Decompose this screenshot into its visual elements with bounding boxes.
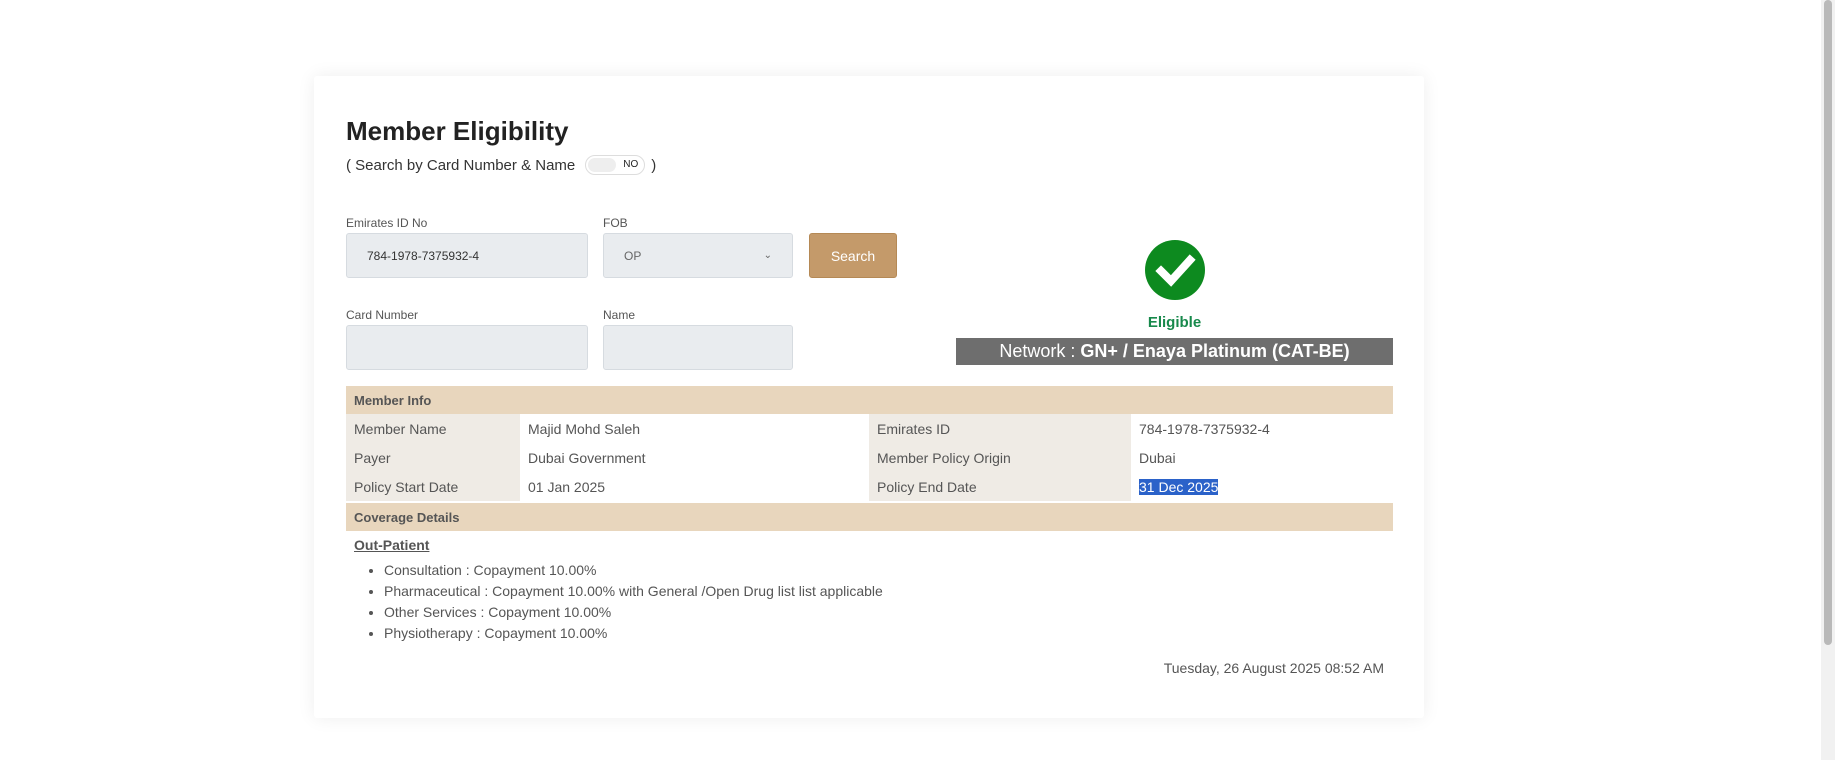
timestamp: Tuesday, 26 August 2025 08:52 AM xyxy=(1163,660,1384,676)
search-mode-row: ( Search by Card Number & Name NO ) xyxy=(346,155,656,175)
card-number-input[interactable] xyxy=(346,325,588,370)
table-row: Member Name Majid Mohd Saleh Emirates ID… xyxy=(346,414,1393,443)
list-item: Pharmaceutical : Copayment 10.00% with G… xyxy=(384,581,883,602)
coverage-header: Coverage Details xyxy=(346,503,1393,531)
member-name-label: Member Name xyxy=(346,414,520,443)
member-name-value: Majid Mohd Saleh xyxy=(520,414,869,443)
emirates-id-label: Emirates ID No xyxy=(346,216,428,230)
policy-origin-value: Dubai xyxy=(1131,443,1393,472)
network-value: GN+ / Enaya Platinum (CAT-BE) xyxy=(1080,341,1350,361)
out-patient-title: Out-Patient xyxy=(354,537,430,553)
vertical-scrollbar[interactable] xyxy=(1821,0,1835,760)
policy-origin-label: Member Policy Origin xyxy=(869,443,1131,472)
policy-end-value: 31 Dec 2025 xyxy=(1139,478,1219,495)
fob-selected-value: OP xyxy=(624,248,642,263)
name-input[interactable] xyxy=(603,325,793,370)
toggle-state-label: NO xyxy=(623,159,639,170)
payer-label: Payer xyxy=(346,443,520,472)
policy-start-value: 01 Jan 2025 xyxy=(520,472,869,501)
member-info-table: Member Name Majid Mohd Saleh Emirates ID… xyxy=(346,414,1393,501)
toggle-knob xyxy=(588,158,617,172)
list-item: Other Services : Copayment 10.00% xyxy=(384,602,883,623)
card-number-label: Card Number xyxy=(346,308,419,322)
chevron-down-icon: ⌄ xyxy=(763,250,772,261)
policy-start-label: Policy Start Date xyxy=(346,472,520,501)
search-mode-label: ( Search by Card Number & Name xyxy=(346,156,576,174)
page-title: Member Eligibility xyxy=(346,116,569,146)
fob-select[interactable]: OP ⌄ xyxy=(603,233,793,278)
payer-value: Dubai Government xyxy=(520,443,869,472)
policy-end-label: Policy End Date xyxy=(869,472,1131,501)
fob-label: FOB xyxy=(603,216,628,230)
search-mode-close-paren: ) xyxy=(651,156,657,174)
eligible-label: Eligible xyxy=(1147,314,1202,331)
list-item: Physiotherapy : Copayment 10.00% xyxy=(384,623,883,644)
emirates-id-info-label: Emirates ID xyxy=(869,414,1131,443)
emirates-id-info-value: 784-1978-7375932-4 xyxy=(1131,414,1393,443)
search-button[interactable]: Search xyxy=(809,233,897,278)
eligibility-card: Member Eligibility ( Search by Card Numb… xyxy=(314,76,1424,718)
name-label: Name xyxy=(603,308,636,322)
check-circle-icon xyxy=(1144,240,1205,300)
policy-end-cell: 31 Dec 2025 xyxy=(1131,472,1393,501)
member-info-header: Member Info xyxy=(346,386,1393,414)
scrollbar-thumb[interactable] xyxy=(1824,0,1832,645)
eligibility-status: Eligible xyxy=(956,240,1393,331)
emirates-id-input[interactable] xyxy=(346,233,588,278)
network-prefix: Network : xyxy=(999,341,1076,361)
network-banner: Network : GN+ / Enaya Platinum (CAT-BE) xyxy=(956,338,1393,365)
list-item: Consultation : Copayment 10.00% xyxy=(384,560,883,581)
coverage-list: Consultation : Copayment 10.00% Pharmace… xyxy=(354,560,883,644)
search-mode-toggle[interactable]: NO xyxy=(585,155,646,175)
table-row: Payer Dubai Government Member Policy Ori… xyxy=(346,443,1393,472)
table-row: Policy Start Date 01 Jan 2025 Policy End… xyxy=(346,472,1393,501)
